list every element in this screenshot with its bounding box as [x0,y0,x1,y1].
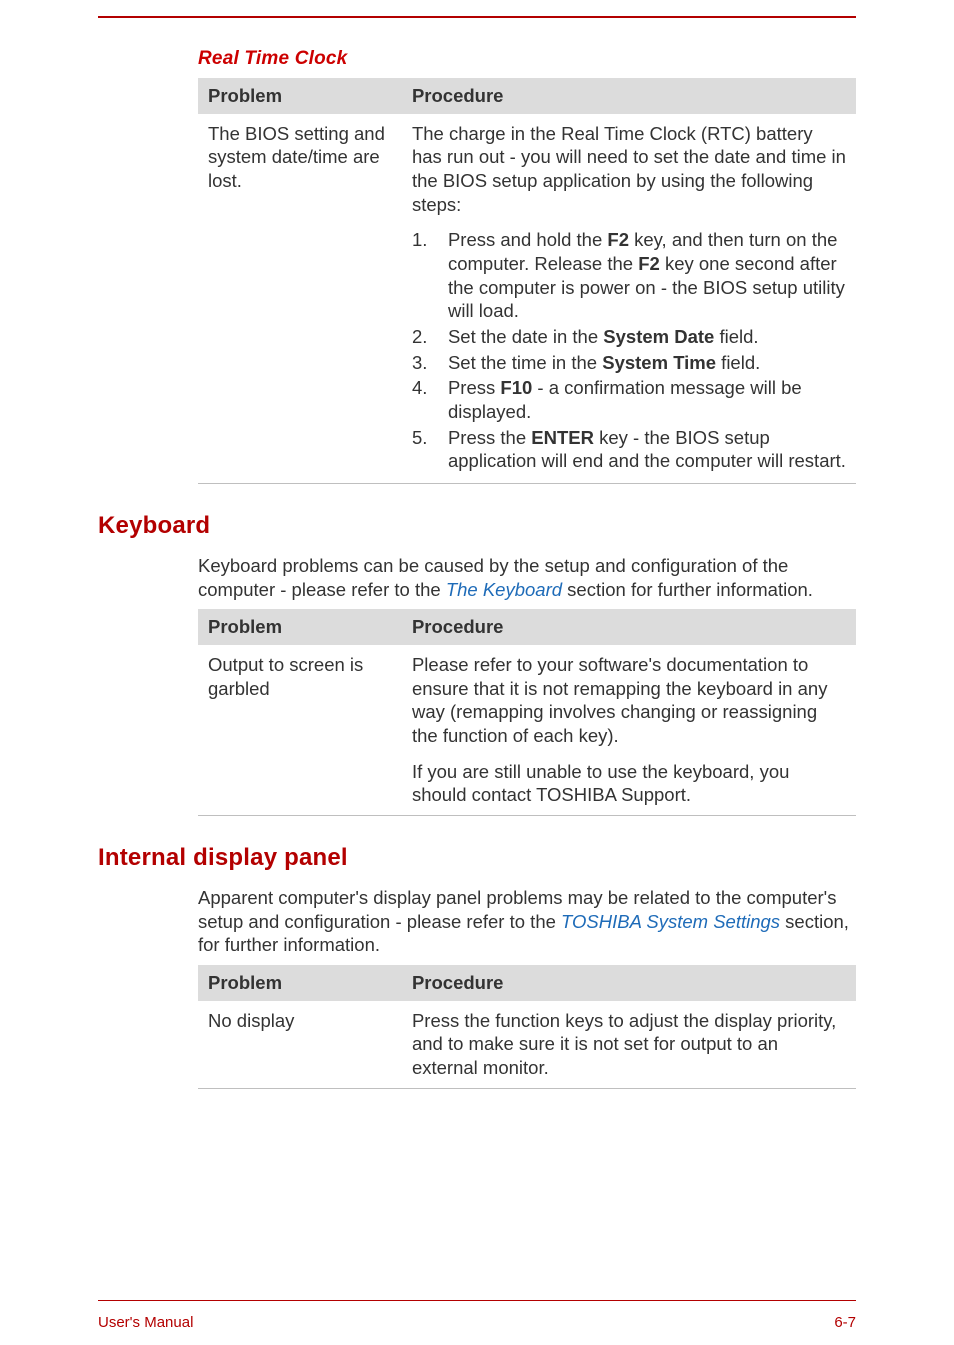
heading-internal-display-panel: Internal display panel [98,844,856,872]
table-header-row: Problem Procedure [198,78,856,114]
heading-real-time-clock: Real Time Clock [198,48,856,70]
step-1: Press and hold the F2 key, and then turn… [412,228,846,323]
keyboard-table: Problem Procedure Output to screen is ga… [198,609,856,816]
col-procedure: Procedure [402,609,856,645]
table-row: The BIOS setting and system date/time ar… [198,114,856,225]
table-row: Output to screen is garbled Please refer… [198,645,856,756]
step-5: Press the ENTER key - the BIOS setup app… [412,426,846,473]
top-rule [98,16,856,18]
text: section for further information. [562,579,813,600]
heading-keyboard: Keyboard [98,512,856,540]
page-footer: User's Manual 6-7 [98,1314,856,1331]
page-content: Real Time Clock Problem Procedure The BI… [98,30,856,1285]
text: Press and hold the [448,229,607,250]
table-header-row: Problem Procedure [198,965,856,1001]
col-procedure: Procedure [402,78,856,114]
table-row: Press and hold the F2 key, and then turn… [198,224,856,483]
text: Set the time in the [448,352,602,373]
procedure-intro-cell: The charge in the Real Time Clock (RTC) … [402,114,856,225]
table-header-row: Problem Procedure [198,609,856,645]
col-problem: Problem [198,78,402,114]
procedure-cell: Please refer to your software's document… [402,645,856,756]
rtc-table: Problem Procedure The BIOS setting and s… [198,78,856,484]
footer-left: User's Manual [98,1314,193,1331]
procedure-cell: Press the function keys to adjust the di… [402,1001,856,1089]
step-4: Press F10 - a confirmation message will … [412,376,846,423]
col-procedure: Procedure [402,965,856,1001]
step-2: Set the date in the System Date field. [412,325,846,349]
step-3: Set the time in the System Time field. [412,351,846,375]
problem-cell: Output to screen is garbled [198,645,402,756]
table-row: No display Press the function keys to ad… [198,1001,856,1089]
steps-list: Press and hold the F2 key, and then turn… [412,228,846,473]
text: field. [714,326,758,347]
text: Press [448,377,500,398]
link-toshiba-system-settings[interactable]: TOSHIBA System Settings [561,911,780,932]
procedure-cell: If you are still unable to use the keybo… [402,756,856,816]
field-system-time: System Time [602,352,716,373]
link-the-keyboard[interactable]: The Keyboard [446,579,562,600]
problem-cell: The BIOS setting and system date/time ar… [198,114,402,225]
field-system-date: System Date [603,326,714,347]
key-f2: F2 [607,229,629,250]
key-enter: ENTER [531,427,594,448]
text: field. [716,352,760,373]
procedure-steps-cell: Press and hold the F2 key, and then turn… [402,224,856,483]
footer-page-number: 6-7 [834,1314,856,1331]
key-f10: F10 [500,377,532,398]
display-intro: Apparent computer's display panel proble… [198,886,856,957]
problem-cell: No display [198,1001,402,1089]
table-row: If you are still unable to use the keybo… [198,756,856,816]
keyboard-intro: Keyboard problems can be caused by the s… [198,554,856,601]
text: Press the [448,427,531,448]
text: Set the date in the [448,326,603,347]
bottom-rule [98,1300,856,1302]
display-table: Problem Procedure No display Press the f… [198,965,856,1089]
col-problem: Problem [198,609,402,645]
col-problem: Problem [198,965,402,1001]
key-f2: F2 [638,253,660,274]
